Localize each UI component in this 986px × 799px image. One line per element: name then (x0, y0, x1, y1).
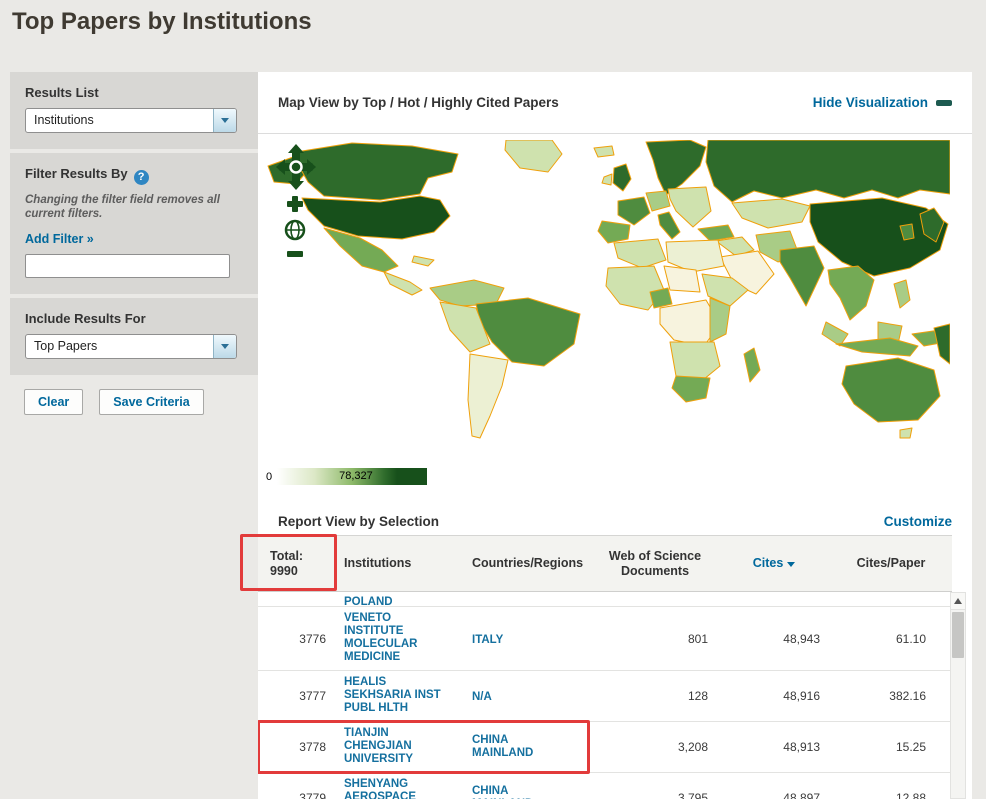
arrow-up-icon (954, 598, 962, 604)
filter-section: Filter Results By? Changing the filter f… (10, 153, 258, 294)
cites-value: 48,916 (716, 689, 832, 703)
include-results-section: Include Results For Top Papers (10, 298, 258, 375)
report-view-title: Report View by Selection (278, 514, 439, 529)
collapse-icon (936, 100, 952, 106)
results-list-section: Results List Institutions (10, 72, 258, 149)
map-zoom-controls[interactable] (283, 194, 307, 264)
table-row: 3779 SHENYANG AEROSPACE UNIVERSITY CHINA… (258, 773, 952, 799)
col-header-documents: Web of Science Documents (594, 549, 716, 579)
country-link[interactable]: ITALY (472, 634, 546, 647)
documents-value: 3,208 (594, 740, 716, 754)
scrollbar-thumb[interactable] (952, 612, 964, 658)
sort-caret-icon (787, 562, 795, 567)
institution-link[interactable]: VENETO INSTITUTE MOLECULAR MEDICINE (344, 612, 446, 664)
col-header-institutions: Institutions (340, 556, 468, 571)
filter-note: Changing the filter field removes all cu… (25, 193, 230, 221)
country-link[interactable]: CHINA MAINLAND (472, 785, 546, 799)
cites-per-paper-value: 12.88 (832, 791, 950, 799)
map-view-title: Map View by Top / Hot / Highly Cited Pap… (278, 95, 559, 110)
sidebar-buttons: Clear Save Criteria (10, 389, 258, 415)
table-header-row: Total: 9990 Institutions Countries/Regio… (258, 535, 952, 592)
filter-label-text: Filter Results By (25, 166, 128, 181)
include-results-label: Include Results For (25, 311, 243, 326)
page-title: Top Papers by Institutions (12, 8, 312, 36)
total-header-cell: Total: 9990 (258, 549, 340, 579)
cites-value: 48,943 (716, 632, 832, 646)
cites-value: 48,897 (716, 791, 832, 799)
help-icon[interactable]: ? (134, 170, 149, 185)
hide-visualization-label: Hide Visualization (813, 95, 928, 110)
filter-input[interactable] (25, 254, 230, 278)
map-header: Map View by Top / Hot / Highly Cited Pap… (258, 72, 972, 134)
zoom-in-icon (287, 196, 303, 212)
country-link[interactable]: CHINA MAINLAND (472, 734, 546, 760)
report-header: Report View by Selection Customize (258, 502, 972, 535)
col-header-cites-per-paper: Cites/Paper (832, 556, 950, 571)
total-value: 9990 (270, 564, 340, 579)
map-legend: 0 78,327 (266, 468, 427, 485)
results-list-dropdown[interactable]: Institutions (25, 108, 237, 133)
cites-per-paper-value: 61.10 (832, 632, 950, 646)
table-scrollbar[interactable] (950, 592, 966, 799)
include-results-value: Top Papers (26, 335, 213, 358)
main-panel: Map View by Top / Hot / Highly Cited Pap… (258, 72, 972, 799)
add-filter-link[interactable]: Add Filter » (25, 232, 94, 246)
table-row: 3777 HEALIS SEKHSARIA INST PUBL HLTH N/A… (258, 671, 952, 722)
col-header-countries: Countries/Regions (468, 556, 594, 571)
chevron-down-icon (213, 335, 236, 358)
clear-button[interactable]: Clear (24, 389, 83, 415)
scroll-up-button[interactable] (951, 593, 965, 610)
col-header-cites-sort[interactable]: Cites (716, 556, 832, 571)
cites-value: 48,913 (716, 740, 832, 754)
globe-icon (286, 221, 304, 239)
rank-cell: 3777 (258, 689, 340, 703)
table-row-highlighted: 3778 TIANJIN CHENGJIAN UNIVERSITY CHINA … (258, 722, 952, 773)
world-choropleth-map[interactable] (262, 140, 950, 470)
institution-link[interactable]: HEALIS SEKHSARIA INST PUBL HLTH (344, 676, 446, 715)
cites-per-paper-value: 382.16 (832, 689, 950, 703)
total-label: Total: (270, 549, 340, 564)
include-results-dropdown[interactable]: Top Papers (25, 334, 237, 359)
institution-link[interactable]: TIANJIN CHENGJIAN UNIVERSITY (344, 727, 446, 766)
documents-value: 801 (594, 632, 716, 646)
results-list-label: Results List (25, 85, 243, 100)
legend-max-value: 78,327 (339, 470, 373, 482)
country-link[interactable]: N/A (472, 691, 546, 704)
zoom-out-icon (287, 251, 303, 257)
cites-sort-label: Cites (753, 556, 784, 570)
filter-label: Filter Results By? (25, 166, 243, 185)
legend-min-value: 0 (266, 471, 272, 483)
institution-link[interactable]: SHENYANG AEROSPACE UNIVERSITY (344, 778, 446, 799)
rank-cell: 3778 (258, 740, 340, 754)
rank-cell: 3779 (258, 791, 340, 799)
institution-link[interactable]: POLAND (344, 596, 446, 607)
hide-visualization-link[interactable]: Hide Visualization (813, 95, 952, 110)
results-list-value: Institutions (26, 109, 213, 132)
rank-cell: 3776 (258, 632, 340, 646)
sidebar: Results List Institutions Filter Results… (10, 72, 258, 415)
chevron-down-icon (213, 109, 236, 132)
legend-gradient-bar: 78,327 (277, 468, 427, 485)
documents-value: 128 (594, 689, 716, 703)
map-region: 0 78,327 (258, 134, 972, 502)
table-row-partial: POLAND (258, 592, 952, 607)
save-criteria-button[interactable]: Save Criteria (99, 389, 203, 415)
map-pan-control[interactable] (276, 144, 316, 190)
cites-per-paper-value: 15.25 (832, 740, 950, 754)
documents-value: 3,795 (594, 791, 716, 799)
table-row: 3776 VENETO INSTITUTE MOLECULAR MEDICINE… (258, 607, 952, 671)
table-body: POLAND 3776 VENETO INSTITUTE MOLECULAR M… (258, 592, 952, 799)
customize-link[interactable]: Customize (884, 514, 952, 529)
